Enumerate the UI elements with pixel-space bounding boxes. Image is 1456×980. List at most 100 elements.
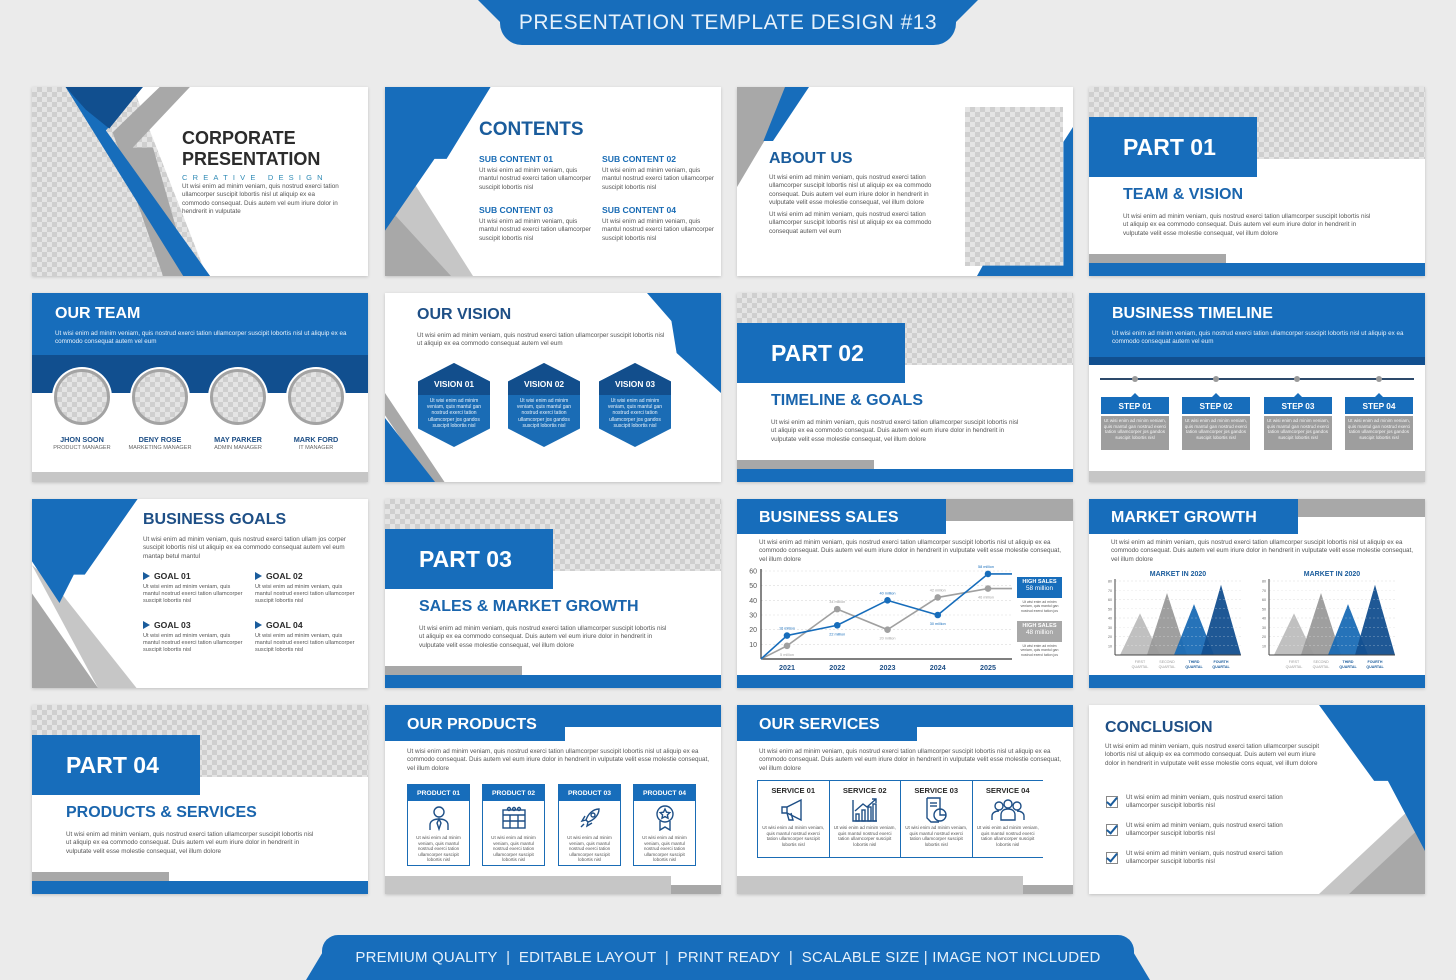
gray-bar <box>385 666 522 675</box>
y-tick-label: 30 <box>1108 626 1112 630</box>
gray-bar <box>1089 471 1425 482</box>
y-tick-label: 20 <box>1108 635 1112 639</box>
member-role: ADMIN MANAGER <box>214 445 262 451</box>
part-subtitle: PRODUCTS & SERVICES <box>66 804 257 821</box>
data-point <box>833 621 841 629</box>
checkbox-checked[interactable] <box>1106 796 1118 808</box>
x-tick-label: 2023 <box>880 663 896 672</box>
service-card-2: SERVICE 02 Ut wisi enim ad minim veniam,… <box>828 780 900 858</box>
sales-title: BUSINESS SALES <box>759 509 899 526</box>
service-title: SERVICE 01 <box>771 786 816 795</box>
calendar-icon <box>501 806 526 829</box>
sub-content-2: SUB CONTENT 02 Ut wisi enim ad minim veni… <box>602 154 714 192</box>
legend-value: 58 million <box>1026 585 1053 592</box>
data-point <box>833 605 841 613</box>
slide-market-growth[interactable]: MARKET GROWTH Ut wisi enim ad minim veni… <box>1089 499 1425 688</box>
sub-content-body: Ut wisi enim ad minim veniam, quis mantu… <box>602 167 714 191</box>
triangle-bullet-icon <box>255 621 262 629</box>
slide-part-03[interactable]: PART 03 SALES & MARKET GROWTH Ut wisi en… <box>385 499 721 688</box>
gray-bar <box>737 460 874 469</box>
y-tick-label: 50 <box>1262 607 1266 611</box>
slide-business-timeline[interactable]: BUSINESS TIMELINE Ut wisi enim ad minim … <box>1089 293 1425 482</box>
gray-bar-small <box>1023 885 1073 894</box>
y-tick-label: 80 <box>1262 580 1266 584</box>
part-label: PART 03 <box>419 545 512 572</box>
x-tick-label: FOURTH <box>1368 660 1383 664</box>
slide-cover[interactable]: CORPORATE PRESENTATION CREATIVE DESIGN U… <box>32 87 368 276</box>
data-point <box>783 632 791 639</box>
slide-business-goals[interactable]: BUSINESS GOALS Ut wisi enim ad minim ven… <box>32 499 368 688</box>
x-tick-label: 2025 <box>980 663 996 672</box>
slide-our-products[interactable]: OUR PRODUCTS Ut wisi enim ad minim venia… <box>385 705 721 894</box>
cover-title-line1: CORPORATE <box>182 128 296 148</box>
product-title: PRODUCT 01 <box>408 785 469 801</box>
gray-bar <box>32 472 368 482</box>
product-body: Ut wisi enim ad minim veniam, quis mantu… <box>567 835 612 863</box>
member-name: DENY ROSE <box>138 435 182 444</box>
legend-body: Ut wisi enim ad minim veniam, quis mantu… <box>1020 600 1059 613</box>
slide-contents[interactable]: CONTENTS SUB CONTENT 01 Ut wisi enim ad m… <box>385 87 721 276</box>
vision-body-text: Ut wisi enim ad minim veniam, quis mantu… <box>516 398 572 429</box>
data-point <box>884 597 891 604</box>
y-tick-label: 50 <box>1108 607 1112 611</box>
timeline-dot <box>1376 376 1382 382</box>
slide-conclusion[interactable]: CONCLUSION Ut wisi enim ad minim veniam,… <box>1089 705 1425 894</box>
x-tick-label: QUARTAL <box>1339 665 1357 669</box>
image-placeholder <box>965 107 1063 266</box>
goal-4: GOAL 04 Ut wisi enim ad minim veniam, qui… <box>255 620 360 654</box>
timeline-step-1: STEP 01 Ut wisi enim ad minim veniam, qui… <box>1101 393 1169 450</box>
member-name: MAY PARKER <box>214 435 262 444</box>
slide-our-services[interactable]: OUR SERVICES Ut wisi enim ad minim venia… <box>737 705 1073 894</box>
gray-band <box>1298 499 1425 517</box>
x-tick-label: 2021 <box>779 663 795 672</box>
x-tick-label: QUARTAL <box>1159 665 1176 669</box>
slide-our-team[interactable]: OUR TEAM Ut wisi enim ad minim veniam, q… <box>32 293 368 482</box>
checkbox-checked[interactable] <box>1106 824 1118 836</box>
y-tick-label: 10 <box>749 642 757 649</box>
header-banner: PRESENTATION TEMPLATE DESIGN #13 <box>500 0 956 45</box>
slide-part-02[interactable]: PART 02 TIMELINE & GOALS Ut wisi enim ad… <box>737 293 1073 482</box>
blue-bar <box>32 881 368 894</box>
vision-title-label: VISION 01 <box>433 379 475 389</box>
goal-body: Ut wisi enim ad minim veniam, quis mantu… <box>255 584 355 604</box>
slide-about[interactable]: ABOUT US Ut wisi enim ad minim veniam, q… <box>737 87 1073 276</box>
data-point <box>984 570 992 578</box>
header-band <box>1089 293 1425 357</box>
avatar <box>288 369 344 425</box>
market-body: Ut wisi enim ad minim veniam, quis nostr… <box>1111 539 1414 563</box>
gray-bar <box>1089 254 1226 263</box>
data-label: 46 million <box>978 596 994 600</box>
contents-title: CONTENTS <box>479 119 584 140</box>
service-card-1: SERVICE 01 Ut wisi enim ad minim veniam,… <box>757 780 829 858</box>
avatar <box>54 369 110 425</box>
about-body-2: Ut wisi enim ad minim veniam, quis nostr… <box>769 211 932 235</box>
x-tick-label: THIRD <box>1189 660 1200 664</box>
slide-part-01[interactable]: PART 01 TEAM & VISION Ut wisi enim ad mi… <box>1089 87 1425 276</box>
goals-body: Ut wisi enim ad minim veniam, quis nostr… <box>143 536 346 560</box>
product-body: Ut wisi enim ad minim veniam, quis mantu… <box>416 835 461 863</box>
team-title: OUR TEAM <box>55 305 141 322</box>
market-title: MARKET GROWTH <box>1111 509 1257 526</box>
checkbox-checked[interactable] <box>1106 852 1118 864</box>
data-point <box>984 585 992 592</box>
service-body: Ut wisi enim ad minim veniam, quis mantu… <box>905 825 968 847</box>
goal-title: GOAL 03 <box>154 620 191 630</box>
slide-part-04[interactable]: PART 04 PRODUCTS & SERVICES Ut wisi enim… <box>32 705 368 894</box>
slide-our-vision[interactable]: OUR VISION Ut wisi enim ad minim veniam,… <box>385 293 721 482</box>
timeline-line <box>1100 378 1414 380</box>
slide-business-sales[interactable]: BUSINESS SALES Ut wisi enim ad minim ven… <box>737 499 1073 688</box>
step-body: Ut wisi enim ad minim veniam, quis mantu… <box>1182 416 1250 450</box>
timeline-step-3: STEP 03 Ut wisi enim ad minim veniam, qui… <box>1264 393 1332 450</box>
part-body: Ut wisi enim ad minim veniam, quis nostr… <box>66 831 314 855</box>
triangle-mark <box>1355 584 1395 655</box>
x-tick-label: SECOND <box>1313 660 1329 664</box>
part-label: PART 01 <box>1123 133 1216 160</box>
header-title: PRESENTATION TEMPLATE DESIGN #13 <box>518 10 938 34</box>
sales-body: Ut wisi enim ad minim veniam, quis nostr… <box>759 539 1062 563</box>
y-tick-label: 30 <box>749 613 757 620</box>
cover-tagline: CREATIVE DESIGN <box>182 173 328 182</box>
service-card-3: SERVICE 03 Ut wisi enim ad minim veniam,… <box>900 780 972 858</box>
goal-3: GOAL 03 Ut wisi enim ad minim veniam, qui… <box>143 620 248 654</box>
member-name: JHON SOON <box>60 435 104 444</box>
step-body: Ut wisi enim ad minim veniam, quis mantu… <box>1101 416 1169 450</box>
